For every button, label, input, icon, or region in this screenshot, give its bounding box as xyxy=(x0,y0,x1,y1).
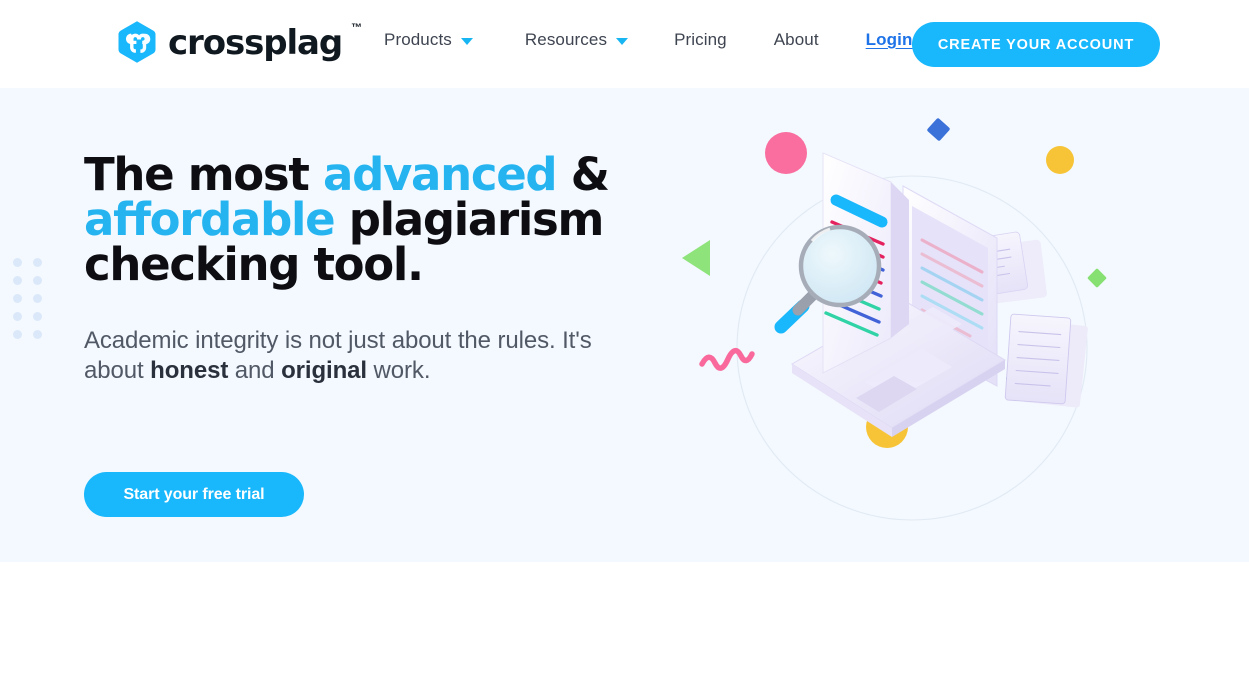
blue-diamond xyxy=(927,118,950,141)
page-body-below-fold xyxy=(0,562,1249,682)
green-diamond xyxy=(1087,268,1107,288)
create-account-button[interactable]: CREATE YOUR ACCOUNT xyxy=(912,22,1160,67)
chevron-down-icon xyxy=(460,37,473,45)
page-title: The most advanced & affordable plagiaris… xyxy=(84,152,644,287)
subtitle-part: and xyxy=(228,357,282,384)
chevron-down-icon xyxy=(616,37,629,45)
start-free-trial-button[interactable]: Start your free trial xyxy=(84,472,304,517)
subtitle-bold-original: original xyxy=(281,357,367,384)
plagiarism-checker-illustration xyxy=(660,88,1160,562)
headline-part: checking tool. xyxy=(84,238,424,291)
nav-item-label: Login xyxy=(865,30,913,49)
hero-subtitle: Academic integrity is not just about the… xyxy=(84,326,624,386)
nav-item-label: Resources xyxy=(524,30,608,49)
subtitle-bold-honest: honest xyxy=(150,357,229,384)
brand-name: crossplag xyxy=(168,23,343,63)
green-triangle xyxy=(682,240,710,276)
hero-section: The most advanced & affordable plagiaris… xyxy=(0,88,1249,562)
nav-item-label: Pricing xyxy=(674,30,727,49)
main-navigation: Products Resources Pricing About Login xyxy=(384,30,912,50)
hero-copy: The most advanced & affordable plagiaris… xyxy=(84,152,644,386)
dot-grid-decoration-icon xyxy=(13,258,53,348)
subtitle-part: work. xyxy=(366,357,431,384)
nav-item-pricing[interactable]: Pricing xyxy=(674,30,727,50)
site-header: crossplag ™ Products Resources Pricing A… xyxy=(0,0,1249,88)
nav-item-label: Products xyxy=(384,30,452,49)
brand-logo[interactable]: crossplag ™ xyxy=(114,19,363,65)
nav-item-label: About xyxy=(773,30,819,49)
floating-paper-bottom xyxy=(1004,313,1088,408)
nav-item-products[interactable]: Products xyxy=(384,30,473,50)
pink-squiggle xyxy=(699,348,755,371)
nav-item-about[interactable]: About xyxy=(774,30,819,50)
yellow-circle-top xyxy=(1046,146,1074,174)
crossplag-hexagon-logo-icon xyxy=(114,19,160,65)
trademark-symbol: ™ xyxy=(351,22,363,34)
nav-item-resources[interactable]: Resources xyxy=(524,30,629,50)
pink-circle xyxy=(765,132,807,174)
nav-item-login[interactable]: Login xyxy=(866,30,913,50)
